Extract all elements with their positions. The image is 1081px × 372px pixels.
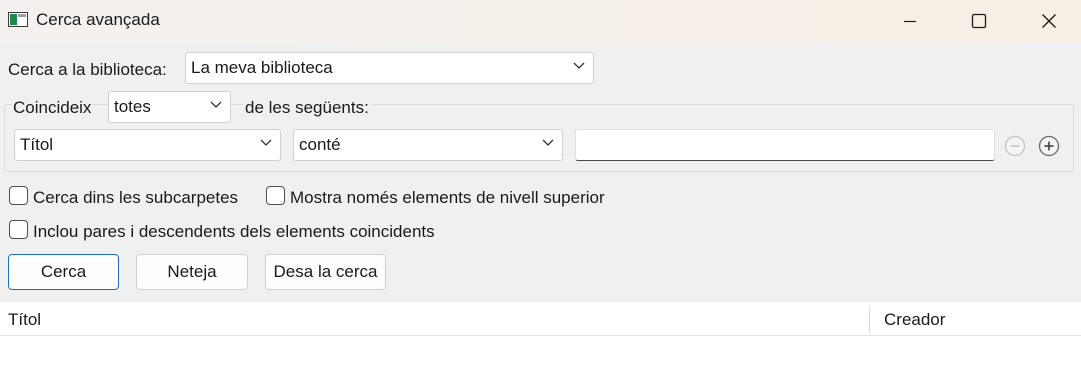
close-button[interactable] (1019, 0, 1079, 42)
maximize-icon (971, 13, 987, 29)
minimize-icon (904, 20, 916, 23)
chevron-down-icon (542, 139, 554, 146)
include-parents-label: Inclou pares i descendents dels elements… (33, 222, 435, 241)
plus-circle-icon (1038, 135, 1060, 157)
top-level-only-checkbox[interactable] (266, 186, 285, 205)
library-select[interactable]: La meva biblioteca (185, 52, 594, 84)
column-divider[interactable] (869, 306, 870, 332)
chevron-down-icon (573, 62, 585, 69)
library-select-value: La meva biblioteca (191, 58, 333, 77)
chevron-down-icon (210, 101, 222, 108)
condition-operator-select[interactable]: conté (293, 129, 563, 161)
include-parents-checkbox[interactable] (9, 220, 28, 239)
search-button[interactable]: Cerca (8, 254, 119, 290)
subfolders-checkbox[interactable] (9, 186, 28, 205)
condition-value-input[interactable] (575, 129, 995, 161)
column-header-title[interactable]: Títol (8, 310, 41, 330)
condition-field-select[interactable]: Títol (14, 129, 281, 161)
save-search-button[interactable]: Desa la cerca (265, 254, 386, 290)
minimize-button[interactable] (880, 0, 940, 42)
add-condition-button[interactable] (1038, 135, 1060, 157)
column-header-creator[interactable]: Creador (884, 310, 945, 330)
match-mode-select[interactable]: totes (108, 91, 231, 123)
title-bar: Cerca avançada (0, 0, 1081, 42)
match-suffix-label: de les següents: (243, 98, 371, 118)
condition-operator-value: conté (299, 135, 341, 154)
app-icon (8, 12, 28, 27)
window-title: Cerca avançada (36, 10, 160, 29)
results-table: Títol Creador (0, 302, 1081, 372)
match-mode-value: totes (114, 97, 151, 116)
match-prefix-label: Coincideix (12, 98, 93, 118)
remove-condition-button[interactable] (1004, 135, 1026, 157)
top-level-only-label: Mostra només elements de nivell superior (290, 188, 605, 207)
close-icon (1042, 14, 1056, 28)
minus-circle-icon (1004, 135, 1026, 157)
clear-button[interactable]: Neteja (136, 254, 248, 290)
search-in-label: Cerca a la biblioteca: (8, 60, 167, 79)
maximize-button[interactable] (949, 0, 1009, 42)
results-header: Títol Creador (0, 302, 1081, 336)
chevron-down-icon (260, 139, 272, 146)
subfolders-label: Cerca dins les subcarpetes (33, 188, 239, 207)
condition-field-value: Títol (20, 135, 54, 154)
